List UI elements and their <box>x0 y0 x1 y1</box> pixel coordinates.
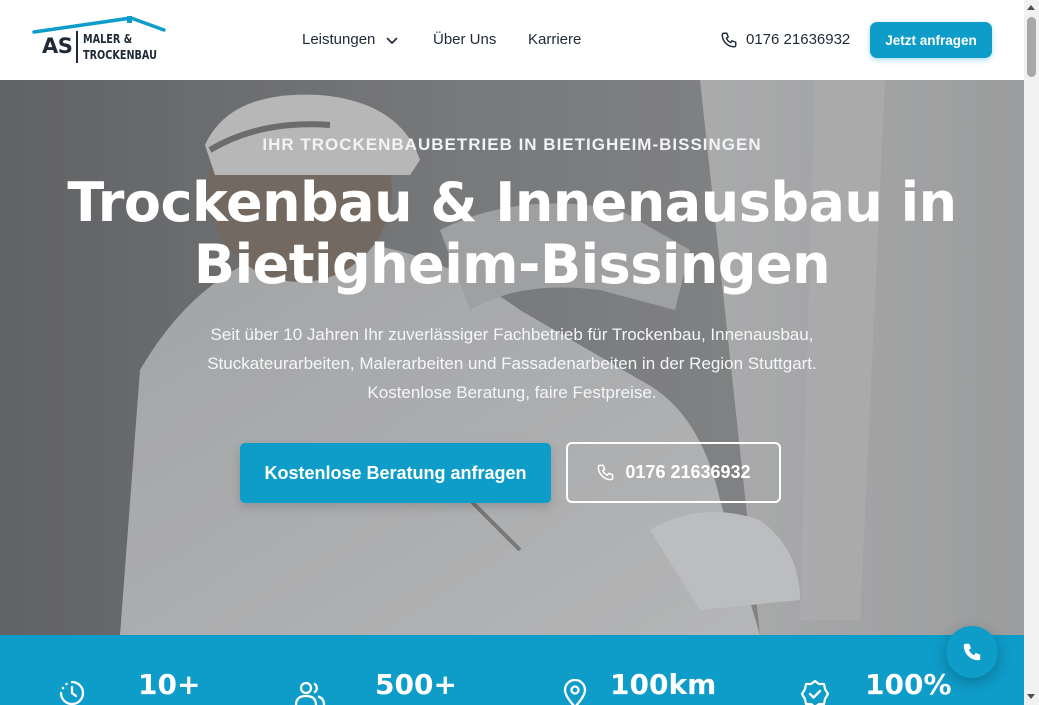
hero-section: IHR TROCKENBAUBETRIEB IN BIETIGHEIM-BISS… <box>0 80 1024 635</box>
nav-item-ueber-uns[interactable]: Über Uns <box>433 31 496 48</box>
hero-title-line2: Bietigheim-Bissingen <box>193 233 831 296</box>
phone-icon <box>963 643 981 661</box>
hero-subtitle-line1: Seit über 10 Jahren Ihr zuverlässiger Fa… <box>210 325 814 344</box>
clock-icon <box>59 680 85 705</box>
phone-icon <box>598 464 614 481</box>
hero-title-line1: Trockenbau & Innenausbau in <box>67 171 957 234</box>
header-phone-link[interactable]: 0176 21636932 <box>746 31 850 48</box>
consultation-button[interactable]: Kostenlose Beratung anfragen <box>240 443 551 503</box>
nav-item-leistungen[interactable]: Leistungen <box>302 31 375 48</box>
scroll-thumb[interactable] <box>1027 17 1036 77</box>
nav-item-karriere[interactable]: Karriere <box>528 31 581 48</box>
call-button-label: 0176 21636932 <box>625 462 751 482</box>
company-logo[interactable]: AS MALER & TROCKENBAU <box>32 14 166 66</box>
floating-call-button[interactable] <box>946 626 998 678</box>
logo-text-line1: MALER & <box>83 31 133 46</box>
call-button[interactable]: 0176 21636932 <box>566 442 781 503</box>
users-icon <box>294 681 326 705</box>
logo-divider <box>76 31 78 63</box>
stat-satisfaction-value: 100% <box>865 668 952 701</box>
header-cta-button[interactable]: Jetzt anfragen <box>870 22 992 58</box>
map-pin-icon <box>563 679 587 705</box>
scroll-down-arrow-icon[interactable] <box>1027 694 1035 699</box>
hero-subtitle-line2: Stuckateurarbeiten, Malerarbeiten und Fa… <box>207 354 817 373</box>
stats-band: 10+ 500+ 100km 100% <box>0 635 1024 705</box>
scroll-up-arrow-icon[interactable] <box>1027 5 1035 10</box>
hero-subtitle: Seit über 10 Jahren Ihr zuverlässiger Fa… <box>170 320 854 407</box>
hero-subtitle-line3: Kostenlose Beratung, faire Festpreise. <box>367 383 657 402</box>
page-scrollbar[interactable] <box>1024 0 1039 705</box>
phone-icon[interactable] <box>720 31 738 49</box>
logo-mark: AS <box>42 34 73 58</box>
badge-check-icon <box>800 679 830 705</box>
hero-eyebrow: IHR TROCKENBAUBETRIEB IN BIETIGHEIM-BISS… <box>262 135 762 154</box>
stat-years-value: 10+ <box>138 668 201 701</box>
stat-radius-value: 100km <box>610 668 717 701</box>
stat-projects-value: 500+ <box>375 668 457 701</box>
logo-text-line2: TROCKENBAU <box>83 47 157 62</box>
chevron-down-icon[interactable] <box>386 37 398 45</box>
site-header: AS MALER & TROCKENBAU Leistungen Über Un… <box>0 0 1024 80</box>
hero-title: Trockenbau & Innenausbau in Bietigheim-B… <box>0 172 1024 296</box>
